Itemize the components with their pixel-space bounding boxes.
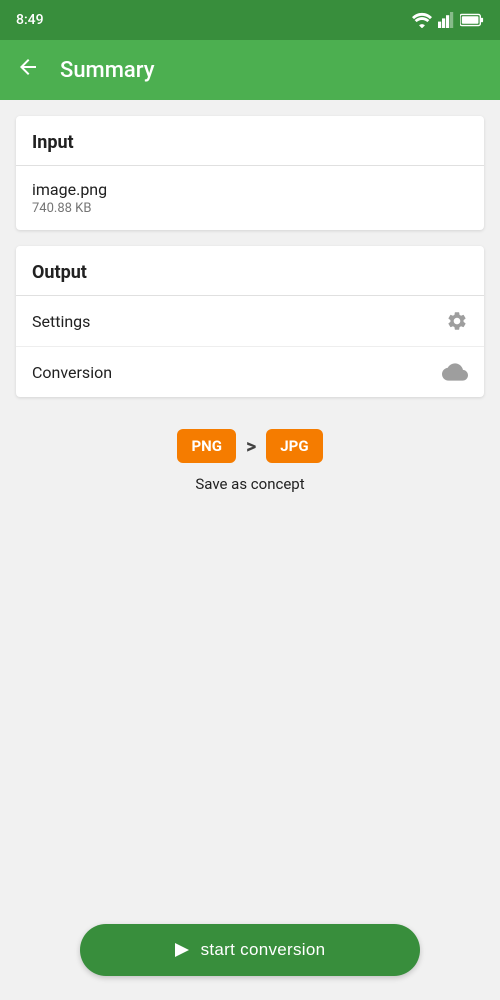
cloud-icon (442, 361, 468, 383)
arrow-icon: > (246, 434, 256, 458)
conversion-row[interactable]: Conversion (16, 347, 484, 397)
start-button-label: start conversion (201, 940, 326, 960)
file-name: image.png (32, 180, 107, 199)
settings-row[interactable]: Settings (16, 296, 484, 347)
save-concept-label[interactable]: Save as concept (195, 475, 304, 493)
gear-icon (446, 310, 468, 332)
file-info: image.png 740.88 KB (32, 180, 107, 216)
wifi-icon (412, 12, 432, 28)
input-card-header: Input (16, 116, 484, 166)
output-label: Output (32, 262, 87, 283)
input-file-row: image.png 740.88 KB (16, 166, 484, 230)
format-badges: PNG > JPG (177, 429, 322, 463)
conversion-area: PNG > JPG Save as concept (16, 413, 484, 501)
file-size: 740.88 KB (32, 201, 107, 216)
input-card: Input image.png 740.88 KB (16, 116, 484, 230)
settings-label: Settings (32, 312, 90, 331)
status-time: 8:49 (16, 12, 44, 28)
bottom-bar: start conversion (0, 906, 500, 1000)
main-content: Input image.png 740.88 KB Output Setting… (0, 100, 500, 517)
play-icon (175, 943, 189, 957)
app-bar: Summary (0, 40, 500, 100)
page-title: Summary (60, 58, 155, 83)
input-label: Input (32, 132, 74, 153)
status-icons (412, 12, 484, 28)
from-format-badge: PNG (177, 429, 235, 463)
output-card-header: Output (16, 246, 484, 296)
to-format-badge: JPG (266, 429, 322, 463)
signal-icon (438, 12, 454, 28)
output-card: Output Settings Conversion (16, 246, 484, 397)
back-button[interactable] (16, 55, 40, 85)
battery-icon (460, 13, 484, 27)
status-bar: 8:49 (0, 0, 500, 40)
start-conversion-button[interactable]: start conversion (80, 924, 420, 976)
conversion-label: Conversion (32, 363, 112, 382)
